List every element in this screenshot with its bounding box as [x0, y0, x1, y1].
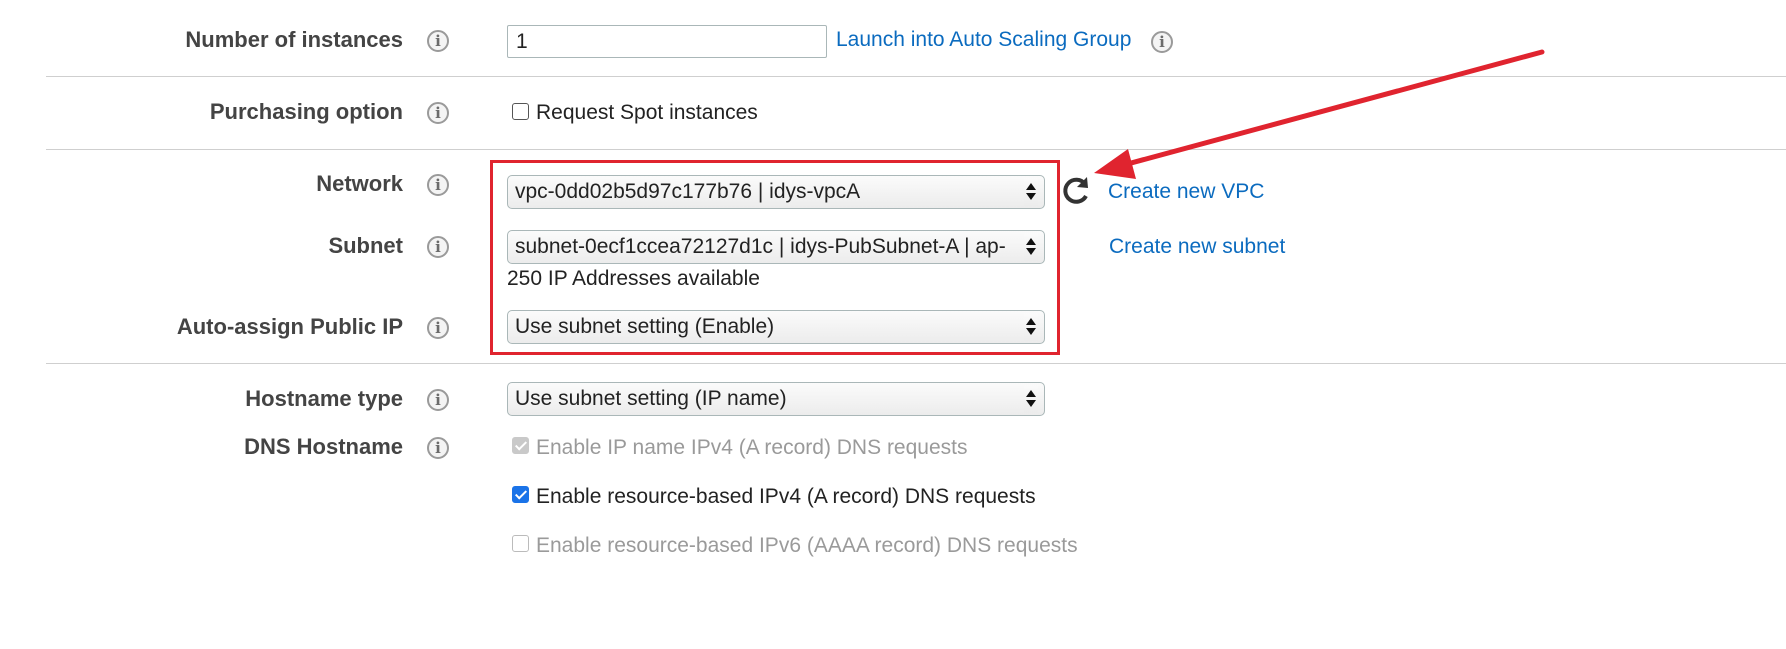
purchasing-label: Purchasing option: [209, 99, 403, 124]
instances-input[interactable]: [507, 25, 827, 58]
dns-option-label: Enable IP name IPv4 (A record) DNS reque…: [536, 436, 968, 459]
spot-checkbox[interactable]: [512, 103, 529, 120]
network-select[interactable]: vpc-0dd02b5d97c177b76 | idys-vpcA: [507, 175, 1045, 209]
subnet-available-text: 250 IP Addresses available: [507, 267, 760, 290]
public-ip-select-value: Use subnet setting (Enable): [515, 315, 775, 338]
dropdown-arrows-icon: [1024, 313, 1038, 341]
dns-option-label: Enable resource-based IPv6 (AAAA record)…: [536, 534, 1078, 557]
dns-resource-ipv6-checkbox[interactable]: [512, 535, 529, 552]
dns-option-label: Enable resource-based IPv4 (A record) DN…: [536, 485, 1036, 508]
info-icon[interactable]: i: [427, 389, 449, 411]
dns-hostname-label: DNS Hostname: [244, 434, 403, 459]
create-subnet-link[interactable]: Create new subnet: [1109, 235, 1285, 259]
network-select-value: vpc-0dd02b5d97c177b76 | idys-vpcA: [515, 180, 861, 203]
dropdown-arrows-icon: [1024, 385, 1038, 413]
instances-label: Number of instances: [185, 27, 403, 52]
annotation-arrow: [1094, 49, 1545, 179]
dropdown-arrows-icon: [1024, 178, 1038, 206]
spot-label: Request Spot instances: [536, 101, 758, 124]
public-ip-select[interactable]: Use subnet setting (Enable): [507, 310, 1045, 344]
info-icon[interactable]: i: [427, 30, 449, 52]
subnet-select-value: subnet-0ecf1ccea72127d1c | idys-PubSubne…: [515, 235, 1006, 258]
hostname-type-label: Hostname type: [245, 386, 403, 411]
info-icon[interactable]: i: [427, 102, 449, 124]
dropdown-arrows-icon: [1024, 233, 1038, 261]
info-icon[interactable]: i: [427, 174, 449, 196]
info-icon[interactable]: i: [427, 437, 449, 459]
divider: [46, 363, 1786, 364]
public-ip-label: Auto-assign Public IP: [176, 314, 403, 339]
subnet-label: Subnet: [328, 233, 403, 258]
network-label: Network: [316, 171, 403, 196]
info-icon[interactable]: i: [427, 236, 449, 258]
dns-resource-ipv4-checkbox[interactable]: [512, 486, 529, 503]
hostname-type-select-value: Use subnet setting (IP name): [515, 387, 787, 410]
hostname-type-select[interactable]: Use subnet setting (IP name): [507, 382, 1045, 416]
dns-ipname-ipv4-checkbox[interactable]: [512, 437, 529, 454]
subnet-select[interactable]: subnet-0ecf1ccea72127d1c | idys-PubSubne…: [507, 230, 1045, 264]
info-icon[interactable]: i: [427, 317, 449, 339]
